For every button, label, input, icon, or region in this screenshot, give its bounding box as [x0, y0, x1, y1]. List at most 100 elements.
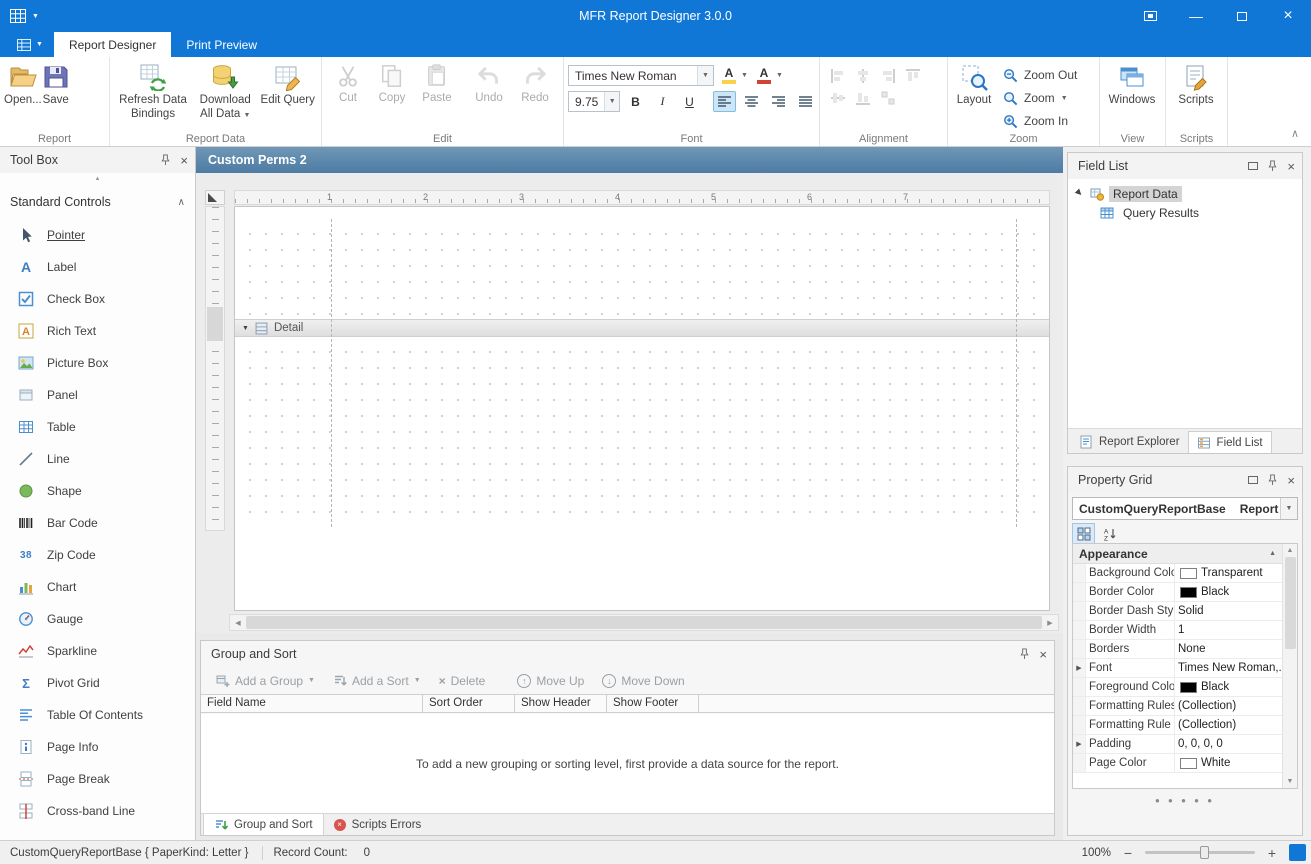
italic-button[interactable]: I — [651, 91, 674, 112]
highlight-color-button[interactable]: A ▼ — [718, 65, 749, 86]
category-appearance[interactable]: Appearance ▲ — [1073, 544, 1282, 564]
property-row-borders[interactable]: Borders None — [1073, 640, 1282, 659]
scrollbar-thumb[interactable] — [1285, 557, 1296, 649]
align-centers-icon[interactable] — [855, 68, 871, 84]
toolbox-item-table[interactable]: Table — [0, 411, 195, 443]
toolbox-item-shape[interactable]: Shape — [0, 475, 195, 507]
property-row-formatting-rule-sheet[interactable]: Formatting Rule Sheet (Collection) — [1073, 716, 1282, 735]
tab-scripts-errors[interactable]: × Scripts Errors — [324, 814, 432, 835]
property-row-formatting-rules[interactable]: Formatting Rules (Collection) — [1073, 697, 1282, 716]
add-group-button[interactable]: Add a Group ▼ — [208, 669, 323, 692]
band-collapse-icon[interactable]: ▼ — [242, 325, 249, 332]
download-all-data-button[interactable]: Download All Data ▼ — [192, 60, 258, 122]
toolbox-item-picture-box[interactable]: Picture Box — [0, 347, 195, 379]
move-up-button[interactable]: ↑ Move Up — [509, 669, 592, 692]
layout-button[interactable]: Layout — [952, 60, 996, 108]
property-row-page-color[interactable]: Page Color White — [1073, 754, 1282, 773]
tab-field-list[interactable]: Field List — [1188, 431, 1272, 453]
property-row-foreground-color[interactable]: Foreground Color Black — [1073, 678, 1282, 697]
zoom-out-button[interactable]: − — [1121, 845, 1135, 861]
scrollbar-thumb[interactable] — [246, 616, 1042, 629]
zoom-in-button[interactable]: Zoom In — [996, 111, 1084, 131]
expand-icon[interactable]: ▶ — [1073, 659, 1086, 677]
property-value[interactable]: (Collection) — [1175, 697, 1282, 715]
tab-report-explorer[interactable]: Report Explorer — [1071, 431, 1188, 453]
description-splitter[interactable]: ● ● ● ● ● — [1068, 796, 1302, 805]
tab-print-preview[interactable]: Print Preview — [171, 32, 272, 57]
property-value[interactable]: White — [1175, 754, 1282, 772]
property-value[interactable]: (Collection) — [1175, 716, 1282, 734]
toolbox-item-gauge[interactable]: Gauge — [0, 603, 195, 635]
property-row-font[interactable]: ▶ Font Times New Roman,... — [1073, 659, 1282, 678]
scroll-right-icon[interactable]: ▶ — [1042, 619, 1058, 627]
align-tops-icon[interactable] — [905, 68, 921, 84]
horizontal-scrollbar[interactable]: ◀ ▶ — [229, 614, 1059, 631]
property-row-background-color[interactable]: Background Color Transparent — [1073, 564, 1282, 583]
scroll-up-icon[interactable]: ▲ — [1287, 547, 1294, 554]
expand-icon[interactable]: ▶ — [1073, 735, 1086, 753]
zoom-in-button[interactable]: + — [1265, 845, 1279, 861]
property-value[interactable]: Black — [1175, 678, 1282, 696]
toolbox-item-zip-code[interactable]: 38 Zip Code — [0, 539, 195, 571]
alphabetical-view-button[interactable]: AZ — [1098, 523, 1121, 544]
column-sort-order[interactable]: Sort Order — [423, 695, 515, 712]
top-band-grid[interactable] — [235, 219, 1049, 319]
close-panel-icon[interactable]: × — [1039, 648, 1047, 661]
toolbox-item-pivot-grid[interactable]: Σ Pivot Grid — [0, 667, 195, 699]
paste-button[interactable]: Paste — [414, 60, 460, 106]
font-name-combo[interactable]: Times New Roman ▼ — [568, 65, 714, 86]
align-text-center-button[interactable] — [740, 91, 763, 112]
close-panel-icon[interactable]: × — [1287, 474, 1295, 487]
undo-button[interactable]: Undo — [466, 60, 512, 106]
toolbox-item-rich-text[interactable]: A Rich Text — [0, 315, 195, 347]
align-text-right-button[interactable] — [767, 91, 790, 112]
property-row-border-width[interactable]: Border Width 1 — [1073, 621, 1282, 640]
column-show-footer[interactable]: Show Footer — [607, 695, 699, 712]
ruler-units-corner[interactable] — [205, 190, 225, 205]
detail-band-grid[interactable] — [235, 337, 1049, 527]
toolbox-item-check-box[interactable]: Check Box — [0, 283, 195, 315]
toolbox-scroll-up-icon[interactable]: ▲ — [0, 173, 195, 185]
toolbox-item-bar-code[interactable]: Bar Code — [0, 507, 195, 539]
category-collapse-icon[interactable]: ▲ — [1269, 550, 1276, 557]
add-sort-button[interactable]: Add a Sort ▼ — [325, 669, 429, 692]
align-bottoms-icon[interactable] — [855, 90, 871, 106]
design-surface[interactable]: 1 2 3 4 5 6 7 ▼ Detail ◀ ▶ — [196, 173, 1063, 633]
toolbox-item-chart[interactable]: Chart — [0, 571, 195, 603]
close-button[interactable]: × — [1265, 0, 1311, 32]
float-panel-icon[interactable] — [1248, 162, 1258, 170]
toolbox-item-table-of-contents[interactable]: Table Of Contents — [0, 699, 195, 731]
float-panel-icon[interactable] — [1248, 476, 1258, 484]
refresh-data-bindings-button[interactable]: Refresh Data Bindings — [114, 60, 192, 122]
font-size-combo[interactable]: 9.75 ▼ — [568, 91, 620, 112]
save-button[interactable]: Save — [42, 60, 70, 108]
delete-button[interactable]: × Delete — [431, 669, 494, 692]
redo-button[interactable]: Redo — [512, 60, 558, 106]
zoom-slider[interactable] — [1145, 851, 1255, 854]
zoom-out-button[interactable]: Zoom Out — [996, 65, 1084, 85]
property-value[interactable]: None — [1175, 640, 1282, 658]
toolbox-item-cross-band-line[interactable]: Cross-band Line — [0, 795, 195, 827]
pin-icon[interactable] — [1267, 474, 1278, 486]
property-row-border-dash-style[interactable]: Border Dash Style Solid — [1073, 602, 1282, 621]
scroll-left-icon[interactable]: ◀ — [230, 619, 246, 627]
column-field-name[interactable]: Field Name — [201, 695, 423, 712]
property-row-border-color[interactable]: Border Color Black — [1073, 583, 1282, 602]
property-value[interactable]: Solid — [1175, 602, 1282, 620]
align-middles-icon[interactable] — [830, 90, 846, 106]
tree-node-query-results[interactable]: Query Results — [1068, 203, 1302, 222]
zoom-grip-icon[interactable] — [1289, 844, 1306, 861]
make-same-size-icon[interactable] — [880, 90, 896, 106]
close-panel-icon[interactable]: × — [180, 154, 188, 167]
property-value[interactable]: 0, 0, 0, 0 — [1175, 735, 1282, 753]
open-button[interactable]: Open... — [4, 60, 42, 108]
toolbox-item-label[interactable]: A Label — [0, 251, 195, 283]
app-icon[interactable] — [10, 9, 26, 23]
justify-text-button[interactable] — [794, 91, 817, 112]
property-value[interactable]: Times New Roman,... — [1175, 659, 1282, 677]
underline-button[interactable]: U — [678, 91, 701, 112]
toolbox-item-page-break[interactable]: Page Break — [0, 763, 195, 795]
pin-icon[interactable] — [1019, 648, 1030, 660]
align-right-edges-icon[interactable] — [880, 68, 896, 84]
application-menu-button[interactable]: ▼ — [6, 32, 54, 57]
